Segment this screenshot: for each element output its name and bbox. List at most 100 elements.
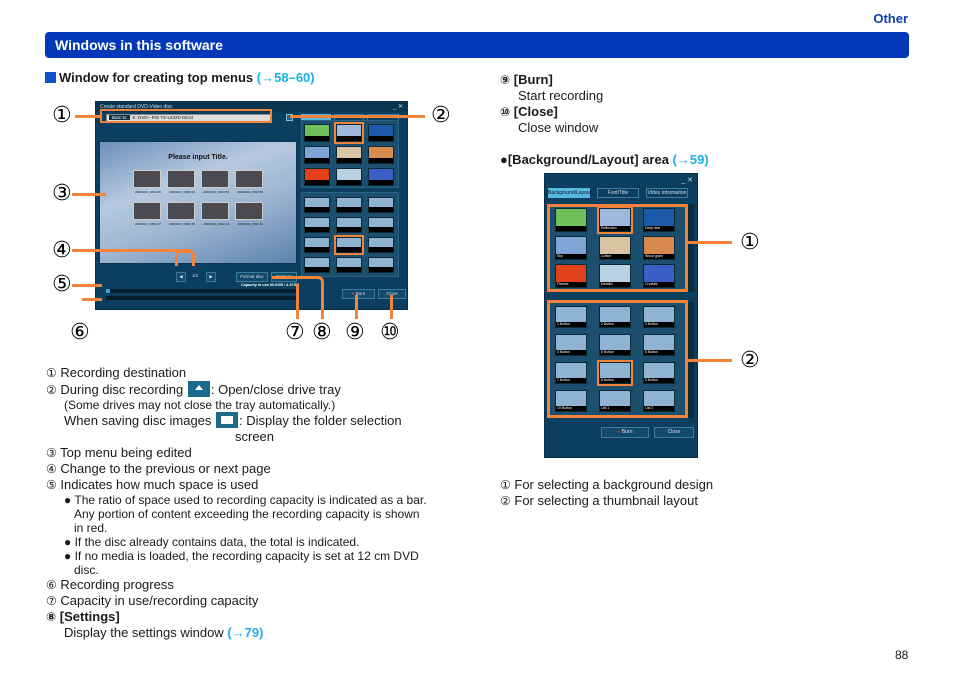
mini-background-tile[interactable]: [368, 124, 394, 142]
mini-layout-tile[interactable]: [304, 217, 330, 233]
left-heading: Window for creating top menus (→58–60): [45, 70, 315, 85]
page-link[interactable]: (→58–60): [257, 70, 315, 85]
video-thumbnail[interactable]: 20060411_0632 08: [133, 170, 161, 194]
right-heading: ●[Background/Layout] area (→59): [500, 152, 709, 167]
mini-layout-tile[interactable]: [368, 197, 394, 213]
callout-bg-2: ②: [740, 348, 760, 373]
callout-bracket: [175, 250, 195, 266]
mini-background-tile[interactable]: [304, 146, 330, 164]
desc-5-bullet-cont: Any portion of content exceeding the rec…: [74, 507, 420, 521]
mini-background-tile[interactable]: [304, 168, 330, 186]
callout-line: [72, 284, 102, 287]
desc-5: ⑤ Indicates how much space is used: [46, 477, 259, 492]
mini-layout-tile[interactable]: [336, 217, 362, 233]
callout-7: ⑦: [285, 320, 305, 345]
panel-close-button[interactable]: Close: [654, 427, 694, 438]
next-page-button[interactable]: ▶: [206, 272, 216, 282]
panel-burn-button[interactable]: ● Burn: [601, 427, 649, 438]
prev-page-button[interactable]: ◀: [176, 272, 186, 282]
desc-2-note: (Some drives may not close the tray auto…: [64, 398, 336, 412]
callout-1: ①: [52, 103, 72, 128]
mini-background-tile[interactable]: [368, 168, 394, 186]
desc-5-bullet: ● If the disc already contains data, the…: [64, 535, 360, 549]
desc-8-detail: Display the settings window (→79): [64, 625, 264, 640]
callout-5: ⑤: [52, 272, 72, 297]
desc-1: ① Recording destination: [46, 365, 187, 380]
desc-2b: When saving disc images : Display the fo…: [64, 412, 402, 428]
callout-2: ②: [431, 103, 451, 128]
callout-line: [688, 241, 732, 244]
background-scrollbar[interactable]: [688, 204, 694, 292]
section-label: Other: [873, 11, 908, 26]
desc-2b-cont: screen: [235, 429, 275, 444]
mini-background-tile[interactable]: [336, 168, 362, 186]
tab-background-layout[interactable]: Background/Layout: [548, 188, 591, 198]
callout-line: [72, 249, 192, 252]
desc-5-bullet: ● The ratio of space used to recording c…: [64, 493, 427, 507]
page-link[interactable]: (→59): [673, 152, 709, 167]
desc-5-bullet-cont: in red.: [74, 521, 108, 535]
mini-layout-tile[interactable]: [334, 235, 364, 255]
folder-icon: [216, 412, 239, 428]
callout-line: [688, 359, 732, 362]
left-descriptions: ① Recording destination ② During disc re…: [46, 365, 466, 641]
progress-bar: [106, 296, 299, 300]
video-thumbnail[interactable]: 20060417_2344 50: [201, 170, 229, 194]
highlight-backgrounds: [547, 204, 688, 292]
desc-5-bullet: ● If no media is loaded, the recording c…: [64, 549, 419, 563]
mini-layout-tile[interactable]: [336, 257, 362, 273]
video-thumbnail[interactable]: 20060417_0552 27: [133, 202, 161, 226]
callout-bg-1: ①: [740, 230, 760, 255]
page-number: 88: [895, 648, 909, 662]
preview-title[interactable]: Please input Title.: [100, 154, 296, 161]
page-title-bar: Windows in this software: [45, 32, 909, 58]
panel-legend: ① For selecting a background design ② Fo…: [500, 477, 714, 508]
mini-background-tile[interactable]: [336, 146, 362, 164]
callout-line: [355, 295, 358, 319]
video-thumbnail[interactable]: 20060411_0700 11: [235, 202, 263, 226]
mini-background-tile[interactable]: [304, 124, 330, 142]
mini-layout-tile[interactable]: [368, 237, 394, 253]
burn-button[interactable]: ● Burn: [342, 289, 375, 299]
callout-line: [272, 276, 324, 319]
eject-icon: [187, 381, 210, 397]
highlight-burn-to: [100, 109, 272, 123]
tab-video-information[interactable]: Video information: [646, 188, 688, 198]
mini-layout-tile[interactable]: [368, 217, 394, 233]
square-bullet-icon: [45, 72, 56, 83]
video-thumbnail[interactable]: 20060417_0006 03: [167, 170, 195, 194]
callout-9: ⑨: [345, 320, 365, 345]
desc-3: ③ Top menu being edited: [46, 445, 192, 460]
desc-5-bullet-cont: disc.: [74, 563, 99, 577]
right-descriptions: ⑨ [Burn] Start recording ⑩ [Close] Close…: [500, 72, 604, 135]
video-thumbnail[interactable]: 20060411_0632 24: [201, 202, 229, 226]
panel-window-controls[interactable]: _ ✕: [681, 176, 693, 184]
page-title: Windows in this software: [55, 37, 223, 53]
desc-2: ② During disc recording : Open/close dri…: [46, 381, 341, 397]
mini-layout-tile[interactable]: [304, 237, 330, 253]
desc-6: ⑥ Recording progress: [46, 577, 174, 592]
window-controls[interactable]: _ ✕: [393, 103, 403, 110]
mini-layout-tile[interactable]: [368, 257, 394, 273]
tab-font-title[interactable]: Font/Title: [597, 188, 639, 198]
mini-background-tile[interactable]: [334, 122, 364, 144]
callout-4: ④: [52, 238, 72, 263]
mini-layout-tile[interactable]: [304, 197, 330, 213]
desc-4: ④ Change to the previous or next page: [46, 461, 271, 476]
mini-layout-tile[interactable]: [336, 197, 362, 213]
top-menu-preview: Please input Title. 20060411_0632 08 2006…: [99, 141, 297, 264]
highlight-layouts: [547, 300, 688, 418]
video-thumbnail[interactable]: 20060417_0606 35: [167, 202, 195, 226]
callout-line: [390, 295, 393, 319]
video-thumbnail[interactable]: 20060411_0700 58: [235, 170, 263, 194]
callout-line: [72, 193, 106, 196]
callout-6: ⑥: [70, 320, 90, 345]
format-disc-button[interactable]: Format disc: [236, 272, 268, 282]
callout-3: ③: [52, 181, 72, 206]
mini-background-tile[interactable]: [368, 146, 394, 164]
page-link[interactable]: (→79): [227, 625, 263, 640]
page-indicator: 1/1: [192, 273, 199, 278]
dvd-window: Create standard DVD-Video disc _ ✕ Burn …: [95, 101, 408, 310]
mini-layout-tile[interactable]: [304, 257, 330, 273]
desc-7: ⑦ Capacity in use/recording capacity: [46, 593, 259, 608]
